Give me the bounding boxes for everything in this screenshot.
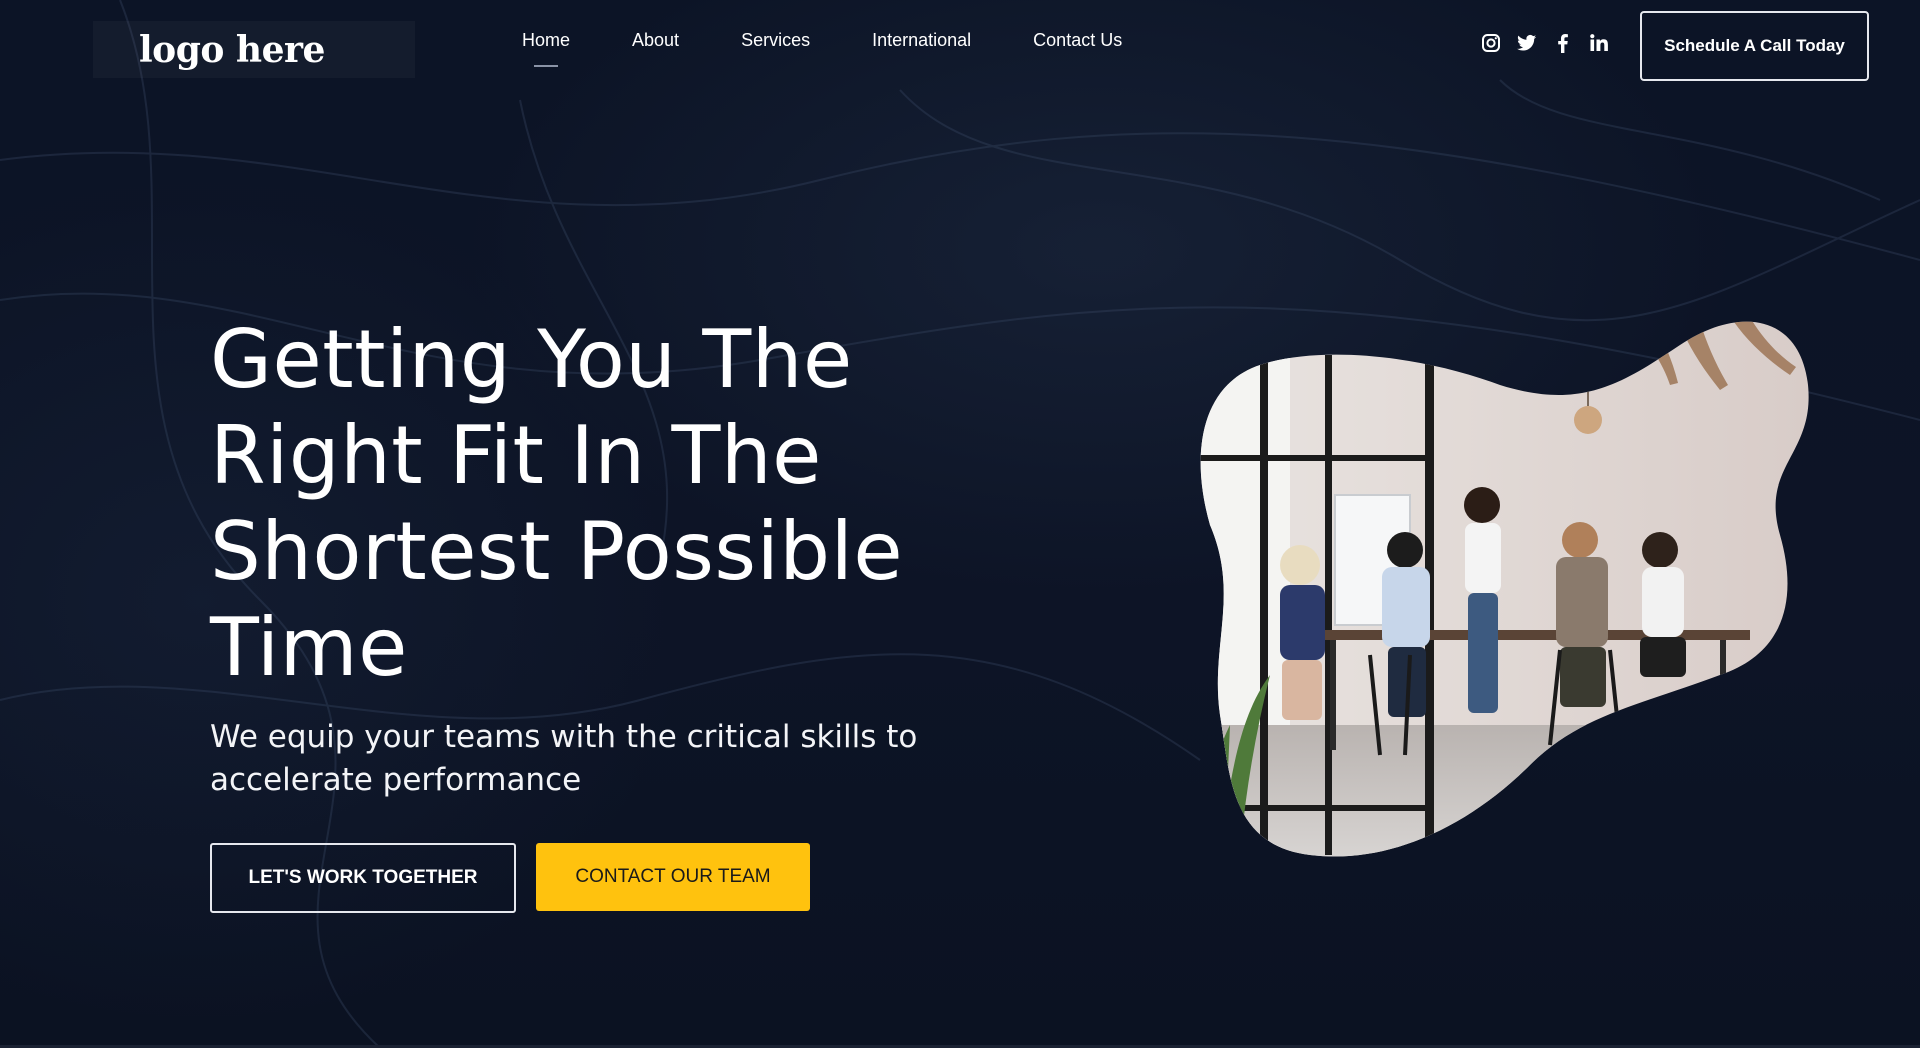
team-meeting-photo bbox=[1200, 321, 1809, 857]
hero-title-line: Shortest Possible bbox=[210, 505, 904, 598]
hero-title-line: Getting You The bbox=[210, 313, 853, 406]
logo[interactable]: logo here bbox=[93, 21, 415, 78]
hero-subtitle-line: accelerate performance bbox=[210, 762, 582, 798]
site-header: logo here Home About Services Internatio… bbox=[0, 0, 1920, 92]
social-links bbox=[1481, 33, 1609, 53]
facebook-icon[interactable] bbox=[1553, 33, 1573, 53]
hero-subtitle: We equip your teams with the critical sk… bbox=[210, 716, 970, 802]
logo-text: logo here bbox=[139, 28, 325, 71]
linkedin-icon[interactable] bbox=[1589, 33, 1609, 53]
main-nav: Home About Services International Contac… bbox=[522, 30, 1184, 70]
nav-contact-us[interactable]: Contact Us bbox=[1033, 30, 1122, 70]
nav-services[interactable]: Services bbox=[741, 30, 810, 70]
hero-subtitle-line: We equip your teams with the critical sk… bbox=[210, 719, 918, 755]
hero-title: Getting You The Right Fit In The Shortes… bbox=[210, 312, 970, 696]
nav-about[interactable]: About bbox=[632, 30, 679, 70]
nav-international[interactable]: International bbox=[872, 30, 971, 70]
hero-title-line: Time bbox=[210, 601, 408, 694]
twitter-icon[interactable] bbox=[1517, 33, 1537, 53]
hero-title-line: Right Fit In The bbox=[210, 409, 822, 502]
hero-image bbox=[1200, 295, 1810, 865]
schedule-call-button[interactable]: Schedule A Call Today bbox=[1640, 11, 1869, 81]
contact-our-team-button[interactable]: CONTACT OUR TEAM bbox=[536, 843, 810, 911]
hero-buttons: LET'S WORK TOGETHER CONTACT OUR TEAM bbox=[210, 843, 810, 913]
nav-home[interactable]: Home bbox=[522, 30, 570, 70]
instagram-icon[interactable] bbox=[1481, 33, 1501, 53]
lets-work-together-button[interactable]: LET'S WORK TOGETHER bbox=[210, 843, 516, 913]
